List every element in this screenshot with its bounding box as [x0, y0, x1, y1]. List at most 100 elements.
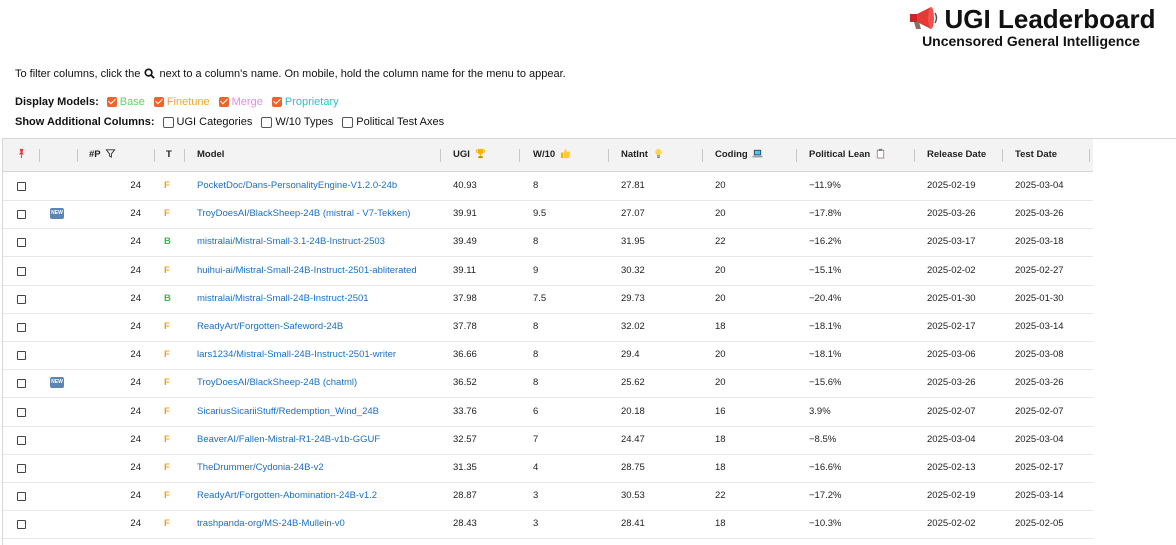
- table-row[interactable]: 24 F PocketDoc/Dans-PersonalityEngine-V1.2…: [3, 172, 1093, 201]
- table-row[interactable]: 24 F ReadyArt/Forgotten-Safeword-24B 37.78 8…: [3, 313, 1093, 342]
- model-link[interactable]: TroyDoesAI/BlackSheep-24B (chatml): [197, 369, 357, 397]
- table-row[interactable]: 24 F TheDrummer/Cydonia-24B-v2 31.35 4 28.75 1…: [3, 454, 1093, 483]
- new-badge: NEW: [50, 208, 64, 220]
- type-cell: F: [164, 208, 170, 220]
- ugi-cell: 39.49: [453, 236, 477, 248]
- row-pin-checkbox[interactable]: [17, 323, 26, 332]
- natint-cell: 24.47: [621, 433, 645, 445]
- row-pin-checkbox[interactable]: [17, 520, 26, 530]
- row-pin-checkbox[interactable]: [17, 379, 26, 389]
- base-checkbox[interactable]: [106, 97, 117, 107]
- table-row[interactable]: 24 Ftrashpanda-org/MS-24B-Mullein-v0 28.43…: [3, 510, 1093, 540]
- release-date-cell: 2025-02-02: [927, 518, 976, 530]
- test-date-cell: 2025-02-27: [1015, 264, 1064, 276]
- w10-column-header[interactable]: W/10: [533, 139, 571, 171]
- type-cell: F: [164, 377, 170, 389]
- table-row[interactable]: NEW 24 F TroyDoesAI/BlackSheep-24B (mistral…: [3, 200, 1093, 230]
- row-pin-checkbox[interactable]: [17, 294, 26, 304]
- test-date-cell: 2025-02-17: [1015, 462, 1064, 473]
- test-date-cell: 2025-03-26: [1015, 208, 1064, 220]
- row-pin-checkbox[interactable]: [17, 435, 26, 445]
- type-cell: F: [164, 349, 170, 361]
- model-link[interactable]: lars1234/Mistral-Small-24B-Instruct-2501…: [197, 341, 396, 369]
- params-cell: 24: [130, 433, 141, 445]
- ugi-header-label: UGI: [453, 149, 470, 160]
- ugi-categories-checkbox[interactable]: [162, 116, 174, 128]
- table-row[interactable]: 24 F BeaverAI/Fallen-Mistral-R1-24B-v1b-GG…: [3, 426, 1093, 455]
- ugi-cell: 36.66: [453, 349, 477, 361]
- model-link[interactable]: mistralai/Mistral-Small-24B-Instruct-250…: [197, 285, 369, 313]
- political-cell: −17.8%: [809, 208, 842, 220]
- display-finetune-option[interactable]: Finetune: [153, 96, 210, 108]
- row-pin-checkbox[interactable]: [17, 238, 26, 248]
- model-link[interactable]: huihui-ai/Mistral-Small-24B-Instruct-250…: [197, 257, 417, 285]
- w10-types-checkbox[interactable]: [261, 116, 273, 128]
- political-cell: −8.5%: [809, 433, 837, 445]
- model-link[interactable]: trashpanda-org/MS-24B-Mullein-v0: [197, 510, 345, 538]
- model-link[interactable]: SicariusSicariiStuff/Redemption_Wind_24B: [197, 398, 379, 426]
- merge-checkbox[interactable]: [218, 97, 229, 107]
- model-link[interactable]: TroyDoesAI/BlackSheep-24B (mistral - V7-…: [197, 200, 410, 228]
- w10-types-option[interactable]: W/10 Types: [261, 116, 333, 128]
- model-link[interactable]: mistralai/Mistral-Small-3.1-24B-Instruct…: [197, 228, 385, 256]
- display-merge-option[interactable]: Merge: [218, 96, 263, 108]
- test-date-cell: 2025-03-14: [1015, 490, 1064, 502]
- coding-cell: 20: [715, 292, 726, 304]
- type-column-header[interactable]: T: [166, 139, 172, 171]
- w10-cell: 9.5: [533, 208, 547, 220]
- natint-cell: 29.73: [621, 292, 645, 304]
- model-link[interactable]: ReadyArt/Forgotten-Safeword-24B: [197, 313, 343, 341]
- political-axes-checkbox[interactable]: [342, 116, 354, 128]
- display-base-option[interactable]: Base: [106, 96, 145, 108]
- model-link[interactable]: PocketDoc/Dans-PersonalityEngine-V1.2.0-…: [197, 172, 397, 200]
- row-pin-checkbox[interactable]: [17, 464, 26, 473]
- model-link[interactable]: BeaverAI/Fallen-Mistral-R1-24B-v1b-GGUF: [197, 426, 380, 454]
- political-axes-option[interactable]: Political Test Axes: [342, 116, 444, 128]
- political-cell: −16.6%: [809, 462, 842, 473]
- w10-cell: 7: [533, 433, 539, 445]
- w10-cell: 7.5: [533, 292, 547, 304]
- params-cell: 24: [130, 377, 141, 389]
- table-row[interactable]: 24 F SicariusSicariiStuff/Redemption_Wind_…: [3, 398, 1093, 427]
- row-pin-checkbox[interactable]: [17, 182, 26, 191]
- political-cell: −18.1%: [809, 321, 842, 332]
- table-row[interactable]: 24 Fhuihui-ai/Mistral-Small-24B-Instruct-…: [3, 257, 1093, 286]
- table-row[interactable]: 24 F ReadyArt/Forgotten-Abomination-24B-v1…: [3, 482, 1093, 512]
- coding-column-header[interactable]: Coding: [715, 139, 763, 171]
- table-row[interactable]: 24 Flars1234/Mistral-Small-24B-Instruct-2…: [3, 341, 1093, 371]
- table-row[interactable]: NEW 24 F TroyDoesAI/BlackSheep-24B (chatml)…: [3, 369, 1093, 399]
- pin-column-header[interactable]: [14, 139, 27, 171]
- row-pin-checkbox[interactable]: [17, 407, 26, 417]
- w10-cell: 6: [533, 405, 539, 417]
- params-column-header[interactable]: #P: [89, 139, 116, 171]
- row-pin-checkbox[interactable]: [17, 210, 26, 220]
- ugi-cell: 28.43: [453, 518, 477, 530]
- political-column-header[interactable]: Political Lean: [809, 139, 886, 171]
- ugi-categories-option[interactable]: UGI Categories: [162, 116, 252, 128]
- funnel-icon[interactable]: [105, 148, 116, 159]
- test-column-header[interactable]: Test Date: [1015, 139, 1057, 171]
- model-link[interactable]: ReadyArt/Forgotten-Abomination-24B-v1.2: [197, 482, 377, 510]
- display-proprietary-option[interactable]: Proprietary: [271, 96, 339, 108]
- ugi-column-header[interactable]: UGI: [453, 139, 486, 171]
- magnifier-icon: [144, 68, 156, 79]
- params-header-label: #P: [89, 149, 101, 160]
- type-cell: F: [164, 433, 170, 445]
- type-cell: F: [164, 490, 170, 502]
- natint-column-header[interactable]: NatInt: [621, 139, 664, 171]
- release-date-cell: 2025-01-30: [927, 292, 976, 304]
- finetune-checkbox[interactable]: [153, 97, 164, 107]
- row-pin-checkbox[interactable]: [17, 492, 26, 502]
- table-row[interactable]: 24 Bmistralai/Mistral-Small-24B-Instruct-…: [3, 285, 1093, 314]
- model-link[interactable]: TheDrummer/Cydonia-24B-v2: [197, 454, 324, 482]
- model-column-header[interactable]: Model: [197, 139, 224, 171]
- ugi-cell: 40.93: [453, 180, 477, 191]
- release-column-header[interactable]: Release Date: [927, 139, 986, 171]
- proprietary-checkbox[interactable]: [271, 97, 282, 107]
- natint-cell: 30.53: [621, 490, 645, 502]
- table-row[interactable]: 24 Bmistralai/Mistral-Small-3.1-24B-Instr…: [3, 228, 1093, 258]
- table-header: #P T Model UGI W/10 NatInt Coding Politi…: [3, 139, 1093, 172]
- row-pin-checkbox[interactable]: [17, 351, 26, 361]
- row-pin-checkbox[interactable]: [17, 266, 26, 276]
- test-date-cell: 2025-03-18: [1015, 236, 1064, 248]
